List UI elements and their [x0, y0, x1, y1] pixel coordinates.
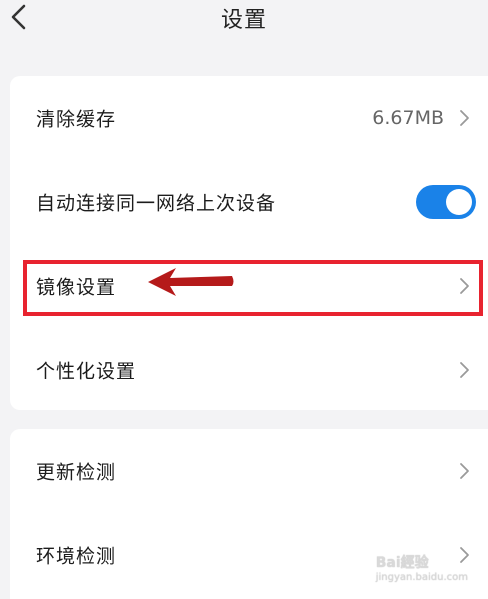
clear-cache-label: 清除缓存 [36, 108, 117, 131]
environment-check-label: 环境检测 [36, 545, 117, 568]
toggle-knob [446, 189, 472, 215]
page-title: 设置 [220, 8, 267, 33]
chevron-right-icon [460, 110, 469, 126]
personalization-label: 个性化设置 [36, 360, 137, 383]
mirror-settings-label: 镜像设置 [36, 276, 117, 299]
watermark: Bai經验 jingyan.baidu.com [376, 552, 468, 583]
clear-cache-row[interactable]: 清除缓存 6.67MB [10, 76, 488, 160]
update-check-label: 更新检测 [36, 461, 117, 484]
auto-connect-label: 自动连接同一网络上次设备 [36, 192, 277, 215]
settings-screen: 设置 清除缓存 6.67MB 自动连接同一网络上次设备 镜像设置 个性化设置 更… [0, 0, 488, 599]
update-check-row[interactable]: 更新检测 [10, 429, 488, 513]
chevron-right-icon [460, 362, 469, 378]
watermark-url: jingyan.baidu.com [375, 572, 468, 583]
auto-connect-row: 自动连接同一网络上次设备 [10, 160, 488, 244]
settings-group-1: 清除缓存 6.67MB 自动连接同一网络上次设备 镜像设置 个性化设置 [10, 76, 488, 410]
mirror-settings-row[interactable]: 镜像设置 [10, 244, 488, 328]
chevron-right-icon [460, 278, 469, 294]
chevron-right-icon [460, 463, 469, 479]
cache-size-value: 6.67MB [372, 107, 444, 129]
auto-connect-toggle[interactable] [416, 185, 476, 219]
personalization-row[interactable]: 个性化设置 [10, 328, 488, 410]
watermark-logo: Bai經验 [375, 555, 429, 571]
header: 设置 [0, 0, 488, 40]
